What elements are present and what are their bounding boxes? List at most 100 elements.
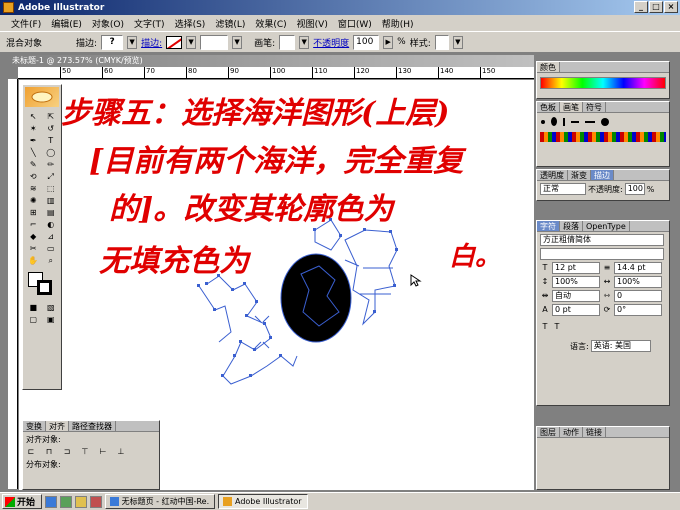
- tab-opentype[interactable]: OpenType: [583, 221, 630, 231]
- brush-dot[interactable]: [541, 119, 545, 124]
- slice-tool-icon[interactable]: ⊿: [43, 231, 60, 242]
- tracking-field[interactable]: 0: [614, 290, 662, 302]
- brush-line[interactable]: [571, 120, 579, 123]
- style-field[interactable]: [434, 34, 449, 50]
- tab-paragraph[interactable]: 段落: [560, 221, 583, 231]
- menu-edit[interactable]: 编辑(E): [46, 17, 87, 30]
- scale-tool-icon[interactable]: ⤢: [43, 171, 60, 182]
- fill-stroke-control[interactable]: [26, 272, 58, 296]
- tab-symbols[interactable]: 符号: [583, 102, 606, 112]
- rotate-tool-icon[interactable]: ⟲: [25, 171, 42, 182]
- menu-view[interactable]: 视图(V): [292, 17, 333, 30]
- align-right-icon[interactable]: ⊐: [62, 447, 72, 457]
- brush-calligraphic[interactable]: [601, 117, 609, 126]
- tab-color[interactable]: 颜色: [537, 62, 560, 72]
- horizontal-scale-field[interactable]: 100%: [614, 276, 662, 288]
- warp-tool-icon[interactable]: ≋: [25, 183, 42, 194]
- opacity-field[interactable]: 100: [353, 34, 380, 50]
- gradient-tool-icon[interactable]: ▤: [43, 207, 60, 218]
- type-tool-icon[interactable]: T: [43, 135, 60, 146]
- rotation-field[interactable]: 0°: [614, 304, 662, 316]
- chevron-right-icon[interactable]: ▶: [383, 35, 394, 49]
- menu-select[interactable]: 选择(S): [170, 17, 211, 30]
- close-button[interactable]: ×: [664, 1, 678, 13]
- maximize-button[interactable]: □: [649, 1, 663, 13]
- tab-actions[interactable]: 动作: [560, 427, 583, 437]
- screen-mode-icon[interactable]: ▢: [25, 314, 42, 325]
- leading-field[interactable]: 14.4 pt: [614, 262, 662, 274]
- strikethrough-icon[interactable]: T: [552, 322, 562, 332]
- ie-icon[interactable]: [45, 495, 57, 508]
- selection-tool-icon[interactable]: ↖: [25, 111, 42, 122]
- media-icon[interactable]: [90, 495, 102, 508]
- stroke-weight-field[interactable]: [200, 34, 229, 50]
- font-size-field[interactable]: 12 pt: [552, 262, 600, 274]
- align-center-icon[interactable]: ⊓: [44, 447, 54, 457]
- panel-opacity-field[interactable]: 100: [624, 183, 645, 195]
- language-select[interactable]: 英语: 美国: [590, 340, 651, 352]
- symbol-sprayer-tool-icon[interactable]: ✺: [25, 195, 42, 206]
- line-tool-icon[interactable]: ╲: [25, 147, 42, 158]
- explorer-icon[interactable]: [75, 495, 87, 508]
- color-mode-icon[interactable]: ■: [25, 302, 42, 313]
- tab-transform[interactable]: 变换: [23, 421, 46, 431]
- scissors-tool-icon[interactable]: ✂: [25, 243, 42, 254]
- kerning-field[interactable]: 自动: [552, 290, 600, 302]
- pencil-tool-icon[interactable]: ✏: [43, 159, 60, 170]
- task-browser[interactable]: 无标题页 - 红动中国-Re...: [105, 494, 215, 509]
- font-family-select[interactable]: 方正粗倩简体: [540, 234, 664, 246]
- menu-window[interactable]: 窗口(W): [333, 17, 377, 30]
- desktop-icon[interactable]: [60, 495, 72, 508]
- pen-tool-icon[interactable]: ✒: [25, 135, 42, 146]
- stroke-color-box[interactable]: [37, 280, 52, 295]
- tab-links[interactable]: 链接: [583, 427, 606, 437]
- art-brush-strip[interactable]: [540, 132, 666, 142]
- blend-tool-icon[interactable]: ◐: [43, 219, 60, 230]
- align-middle-icon[interactable]: ⊢: [98, 447, 108, 457]
- hand-tool-icon[interactable]: ✋: [25, 255, 42, 266]
- font-style-select[interactable]: [540, 248, 664, 260]
- tab-stroke[interactable]: 描边: [591, 170, 614, 180]
- chevron-down-icon[interactable]: ▼: [452, 35, 463, 49]
- chevron-down-icon[interactable]: ▼: [127, 35, 138, 49]
- chevron-down-icon[interactable]: ▼: [232, 35, 243, 49]
- task-illustrator[interactable]: Adobe Illustrator: [218, 494, 308, 509]
- tab-layers[interactable]: 图层: [537, 427, 560, 437]
- ellipse-tool-icon[interactable]: ◯: [43, 147, 60, 158]
- brush-oval[interactable]: [551, 117, 557, 126]
- start-button[interactable]: 开始: [2, 494, 42, 509]
- color-spectrum[interactable]: [540, 77, 666, 89]
- chevron-down-icon[interactable]: ▼: [299, 35, 310, 49]
- align-left-icon[interactable]: ⊏: [26, 447, 36, 457]
- tab-brushes[interactable]: 画笔: [560, 102, 583, 112]
- tab-transparency[interactable]: 透明度: [537, 170, 568, 180]
- graph-tool-icon[interactable]: ▥: [43, 195, 60, 206]
- menu-filter[interactable]: 滤镜(L): [210, 17, 250, 30]
- vertical-scale-field[interactable]: 100%: [552, 276, 600, 288]
- lasso-tool-icon[interactable]: ↺: [43, 123, 60, 134]
- chevron-down-icon[interactable]: ▼: [186, 35, 197, 49]
- menu-help[interactable]: 帮助(H): [377, 17, 419, 30]
- brush-thin[interactable]: [563, 117, 565, 126]
- tab-gradient[interactable]: 渐变: [568, 170, 591, 180]
- tab-align[interactable]: 对齐: [46, 421, 69, 431]
- minimize-button[interactable]: _: [634, 1, 648, 13]
- blend-mode-select[interactable]: 正常: [540, 183, 586, 195]
- align-top-icon[interactable]: ⊤: [80, 447, 90, 457]
- brush-stroke[interactable]: [585, 120, 595, 123]
- brush-tool-icon[interactable]: ✎: [25, 159, 42, 170]
- eraser-tool-icon[interactable]: ▭: [43, 243, 60, 254]
- eyedropper-tool-icon[interactable]: ⌐: [25, 219, 42, 230]
- direct-selection-tool-icon[interactable]: ⇱: [43, 111, 60, 122]
- align-bottom-icon[interactable]: ⊥: [116, 447, 126, 457]
- tab-swatches[interactable]: 色板: [537, 102, 560, 112]
- stroke-link[interactable]: 描边:: [141, 36, 162, 49]
- mesh-tool-icon[interactable]: ⊞: [25, 207, 42, 218]
- live-paint-tool-icon[interactable]: ◆: [25, 231, 42, 242]
- free-transform-tool-icon[interactable]: ⬚: [43, 183, 60, 194]
- menu-file[interactable]: 文件(F): [6, 17, 46, 30]
- magic-wand-tool-icon[interactable]: ✶: [25, 123, 42, 134]
- brush-field[interactable]: [279, 34, 296, 50]
- fill-swatch[interactable]: ?: [101, 34, 124, 50]
- menu-effect[interactable]: 效果(C): [250, 17, 291, 30]
